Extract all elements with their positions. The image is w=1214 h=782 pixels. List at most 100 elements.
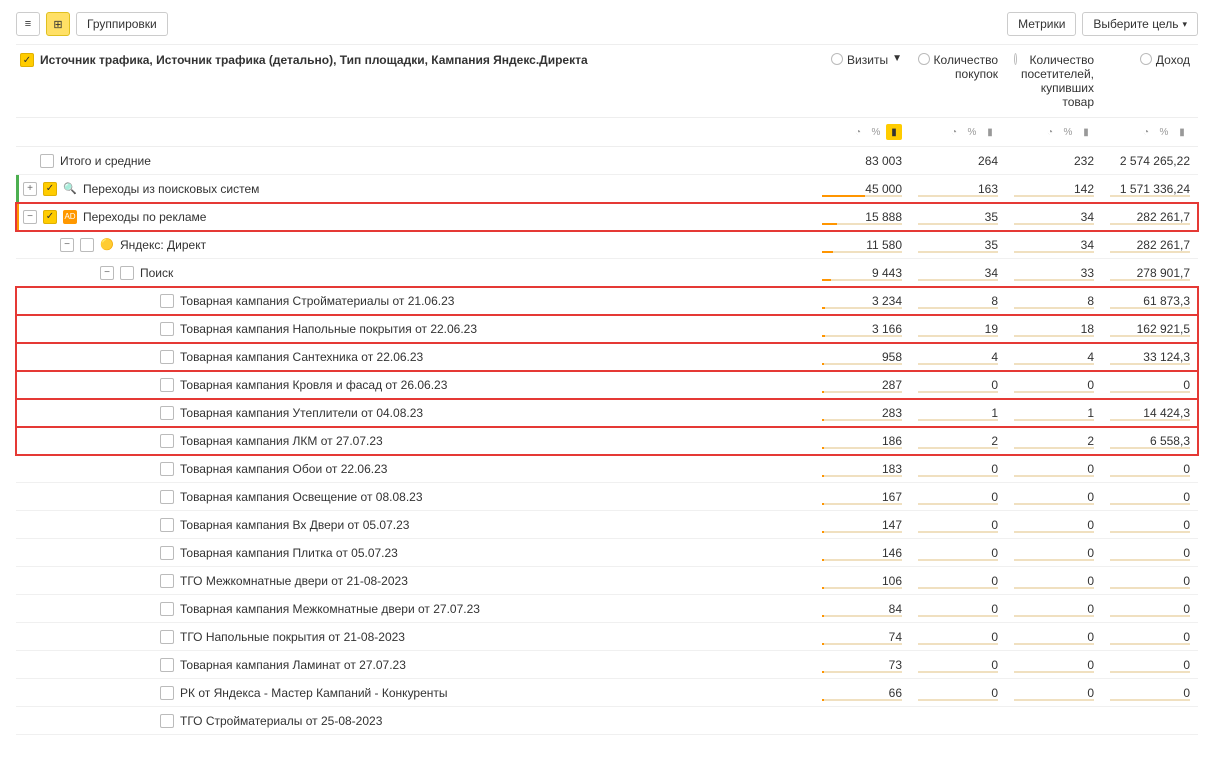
metric-header[interactable]: Количество посетителей, купивших товар — [1006, 51, 1102, 111]
row-value: 283 — [814, 404, 910, 422]
row-value: 14 424,3 — [1102, 404, 1198, 422]
row-dim: − Поиск — [16, 264, 814, 282]
row-checkbox[interactable] — [160, 294, 174, 308]
goal-label: Выберите цель — [1093, 17, 1178, 31]
row-checkbox[interactable] — [160, 322, 174, 336]
row-value: 958 — [814, 348, 910, 366]
row-label[interactable]: Поиск — [140, 266, 173, 280]
percent-icon[interactable]: % — [1060, 124, 1076, 140]
row-checkbox[interactable] — [160, 406, 174, 420]
row-label[interactable]: ТГО Напольные покрытия от 21-08-2023 — [180, 630, 405, 644]
pie-icon[interactable]: ◔ — [946, 124, 962, 140]
collapse-icon[interactable]: − — [100, 266, 114, 280]
row-value: 73 — [814, 656, 910, 674]
groupings-button[interactable]: Группировки — [76, 12, 168, 36]
metric-radio[interactable] — [1140, 53, 1152, 65]
row-label[interactable]: Товарная кампания Освещение от 08.08.23 — [180, 490, 423, 504]
row-checkbox[interactable] — [160, 462, 174, 476]
toolbar-left: ≡ ⊞ Группировки — [16, 12, 168, 36]
table-row: Товарная кампания Вх Двери от 05.07.2314… — [16, 511, 1198, 539]
row-value: 34 — [1006, 236, 1102, 254]
row-value: 0 — [1102, 516, 1198, 534]
row-label[interactable]: Товарная кампания Сантехника от 22.06.23 — [180, 350, 423, 364]
row-checkbox[interactable] — [160, 602, 174, 616]
metrics-button[interactable]: Метрики — [1007, 12, 1076, 36]
row-label[interactable]: Товарная кампания Кровля и фасад от 26.0… — [180, 378, 447, 392]
row-value: 45 000 — [814, 180, 910, 198]
row-label[interactable]: Товарная кампания Плитка от 05.07.23 — [180, 546, 398, 560]
goal-select-button[interactable]: Выберите цель ▾ — [1082, 12, 1198, 36]
row-checkbox[interactable] — [160, 518, 174, 532]
row-label[interactable]: Переходы из поисковых систем — [83, 182, 259, 196]
row-label[interactable]: Товарная кампания Напольные покрытия от … — [180, 322, 477, 336]
metric-radio[interactable] — [918, 53, 930, 65]
row-checkbox[interactable] — [160, 434, 174, 448]
row-label[interactable]: ТГО Стройматериалы от 25-08-2023 — [180, 714, 382, 728]
table-row: Товарная кампания ЛКМ от 27.07.23186226 … — [16, 427, 1198, 455]
metric-header[interactable]: Визиты▼ — [814, 51, 910, 111]
pie-icon[interactable]: ◔ — [850, 124, 866, 140]
percent-icon[interactable]: % — [1156, 124, 1172, 140]
totals-value: 83 003 — [814, 152, 910, 170]
row-checkbox[interactable] — [160, 490, 174, 504]
percent-icon[interactable]: % — [868, 124, 884, 140]
metric-header[interactable]: Доход — [1102, 51, 1198, 111]
expand-icon[interactable]: + — [23, 182, 37, 196]
totals-checkbox[interactable] — [40, 154, 54, 168]
row-value: 4 — [1006, 348, 1102, 366]
row-checkbox[interactable] — [160, 630, 174, 644]
bars-icon[interactable]: ▮ — [886, 124, 902, 140]
row-checkbox[interactable] — [160, 378, 174, 392]
metric-header[interactable]: Количество покупок — [910, 51, 1006, 111]
row-value: 0 — [910, 376, 1006, 394]
table-row: Товарная кампания Плитка от 05.07.231460… — [16, 539, 1198, 567]
metric-radio[interactable] — [831, 53, 843, 65]
view-tree-button[interactable]: ⊞ — [46, 12, 70, 36]
row-checkbox[interactable] — [160, 658, 174, 672]
row-label[interactable]: ТГО Межкомнатные двери от 21-08-2023 — [180, 574, 408, 588]
row-checkbox[interactable] — [160, 574, 174, 588]
row-value: 35 — [910, 208, 1006, 226]
select-all-checkbox[interactable]: ✓ — [20, 53, 34, 67]
row-checkbox[interactable] — [80, 238, 94, 252]
row-value: 0 — [1102, 628, 1198, 646]
bars-icon[interactable]: ▮ — [1078, 124, 1094, 140]
bars-icon[interactable]: ▮ — [982, 124, 998, 140]
row-checkbox[interactable]: ✓ — [43, 182, 57, 196]
collapse-icon[interactable]: − — [60, 238, 74, 252]
pie-icon[interactable]: ◔ — [1138, 124, 1154, 140]
row-value: 282 261,7 — [1102, 208, 1198, 226]
bars-icon[interactable]: ▮ — [1174, 124, 1190, 140]
view-list-button[interactable]: ≡ — [16, 12, 40, 36]
row-checkbox[interactable] — [160, 546, 174, 560]
row-label[interactable]: Товарная кампания Вх Двери от 05.07.23 — [180, 518, 409, 532]
row-checkbox[interactable] — [160, 686, 174, 700]
row-checkbox[interactable]: ✓ — [43, 210, 57, 224]
metric-radio[interactable] — [1014, 53, 1017, 65]
row-label[interactable]: Товарная кампания Ламинат от 27.07.23 — [180, 658, 406, 672]
row-checkbox[interactable] — [160, 714, 174, 728]
collapse-icon[interactable]: − — [23, 210, 37, 224]
totals-value: 264 — [910, 152, 1006, 170]
row-label[interactable]: Товарная кампания ЛКМ от 27.07.23 — [180, 434, 383, 448]
row-value: 11 580 — [814, 236, 910, 254]
table-row: Товарная кампания Кровля и фасад от 26.0… — [16, 371, 1198, 399]
table-row: РК от Яндекса - Мастер Кампаний - Конкур… — [16, 679, 1198, 707]
row-checkbox[interactable] — [120, 266, 134, 280]
dimensions-title: Источник трафика, Источник трафика (дета… — [40, 53, 588, 67]
pie-icon[interactable]: ◔ — [1042, 124, 1058, 140]
row-label[interactable]: РК от Яндекса - Мастер Кампаний - Конкур… — [180, 686, 448, 700]
row-label[interactable]: Товарная кампания Стройматериалы от 21.0… — [180, 294, 454, 308]
row-label[interactable]: Товарная кампания Обои от 22.06.23 — [180, 462, 387, 476]
row-label[interactable]: Переходы по рекламе — [83, 210, 206, 224]
row-value: 0 — [910, 656, 1006, 674]
percent-icon[interactable]: % — [964, 124, 980, 140]
row-label[interactable]: Товарная кампания Межкомнатные двери от … — [180, 602, 480, 616]
row-value: 0 — [1006, 656, 1102, 674]
row-label[interactable]: Товарная кампания Утеплители от 04.08.23 — [180, 406, 423, 420]
row-dim: Товарная кампания Утеплители от 04.08.23 — [16, 404, 814, 422]
row-checkbox[interactable] — [160, 350, 174, 364]
row-label[interactable]: Яндекс: Директ — [120, 238, 206, 252]
row-value: 74 — [814, 628, 910, 646]
row-value — [910, 719, 1006, 723]
